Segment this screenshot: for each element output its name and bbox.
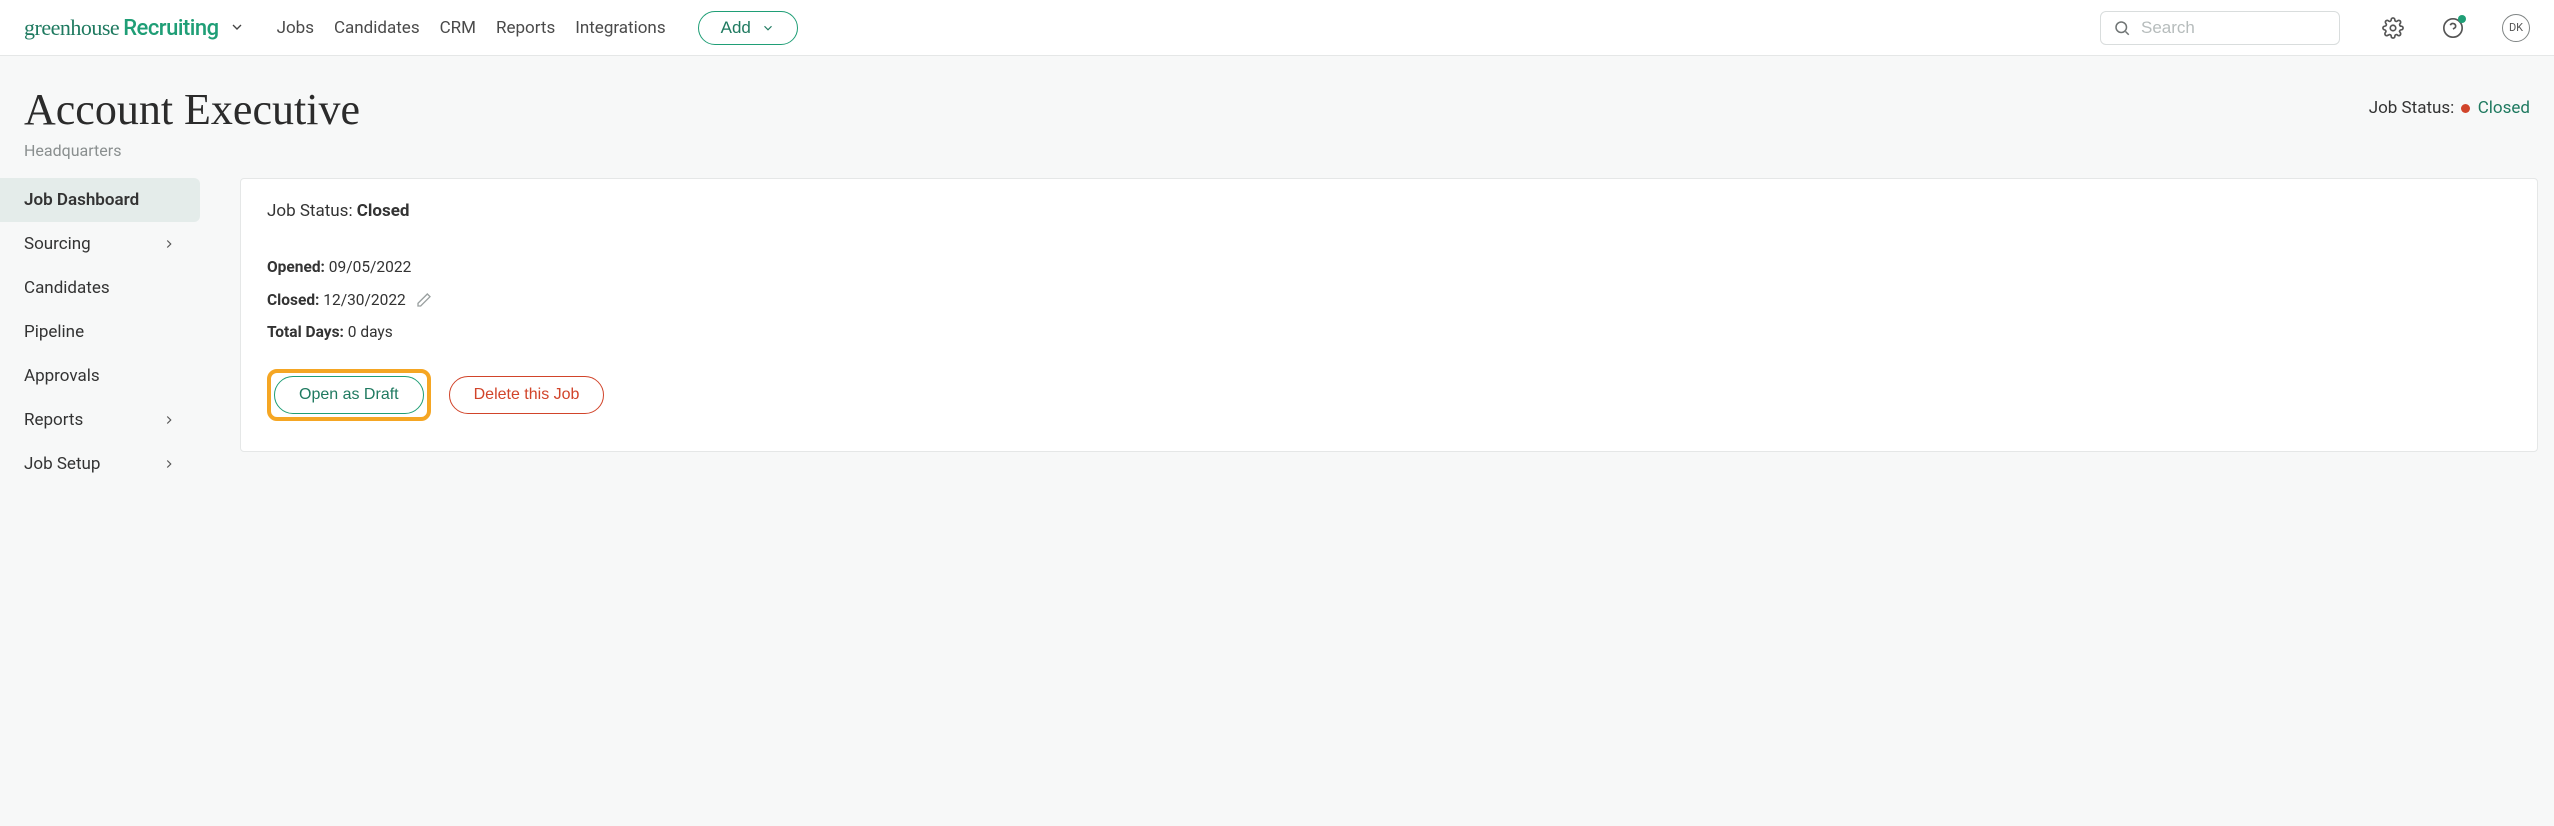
sidebar-item-label: Reports: [24, 410, 83, 430]
page-title: Account Executive: [24, 84, 360, 135]
chevron-down-icon: [761, 21, 775, 35]
sidebar-item-approvals[interactable]: Approvals: [0, 354, 200, 398]
delete-job-label: Delete this Job: [474, 386, 580, 403]
sidebar-item-job-dashboard[interactable]: Job Dashboard: [0, 178, 200, 222]
sidebar-item-label: Job Dashboard: [24, 190, 139, 210]
search-box[interactable]: [2100, 11, 2340, 45]
sidebar-item-label: Candidates: [24, 278, 110, 298]
open-as-draft-highlight: Open as Draft: [267, 369, 431, 421]
settings-button[interactable]: [2382, 17, 2404, 39]
page-header: Account Executive Headquarters Job Statu…: [0, 56, 2554, 178]
chevron-down-icon: [229, 19, 245, 35]
opened-row: Opened: 09/05/2022: [267, 251, 2511, 284]
nav-reports[interactable]: Reports: [496, 18, 555, 38]
app-logo[interactable]: greenhouse Recruiting: [24, 15, 245, 41]
total-days-row: Total Days: 0 days: [267, 316, 2511, 349]
sidebar: Job Dashboard Sourcing Candidates Pipeli…: [0, 178, 200, 486]
job-status-summary: Job Status: Closed: [2369, 84, 2530, 118]
edit-closed-date-button[interactable]: [416, 292, 432, 308]
job-status-card: Job Status: Closed Opened: 09/05/2022 Cl…: [240, 178, 2538, 452]
sidebar-item-label: Job Setup: [24, 454, 100, 474]
add-button[interactable]: Add: [698, 11, 798, 45]
job-status-value: Closed: [2478, 98, 2530, 118]
closed-label: Closed:: [267, 291, 319, 309]
chevron-right-icon: [162, 457, 176, 471]
search-input[interactable]: [2141, 18, 2327, 38]
card-status-value: Closed: [357, 201, 410, 221]
open-as-draft-button[interactable]: Open as Draft: [274, 376, 424, 414]
nav-crm[interactable]: CRM: [440, 18, 476, 38]
closed-value: 12/30/2022: [323, 291, 405, 309]
chevron-right-icon: [162, 413, 176, 427]
sidebar-item-label: Approvals: [24, 366, 100, 386]
avatar-initials: DK: [2509, 21, 2523, 34]
card-status-label: Job Status:: [267, 201, 353, 221]
help-button[interactable]: [2442, 17, 2464, 39]
top-nav: greenhouse Recruiting Jobs Candidates CR…: [0, 0, 2554, 56]
nav-integrations[interactable]: Integrations: [575, 18, 665, 38]
sidebar-item-reports[interactable]: Reports: [0, 398, 200, 442]
sidebar-item-sourcing[interactable]: Sourcing: [0, 222, 200, 266]
closed-row: Closed: 12/30/2022: [267, 284, 2511, 317]
search-icon: [2113, 19, 2131, 37]
delete-job-button[interactable]: Delete this Job: [449, 376, 605, 414]
sidebar-item-label: Pipeline: [24, 322, 84, 342]
notification-dot-icon: [2458, 15, 2466, 23]
pencil-icon: [416, 292, 432, 308]
page-subtitle: Headquarters: [24, 141, 360, 160]
logo-recruiting: Recruiting: [123, 16, 218, 41]
user-avatar[interactable]: DK: [2502, 14, 2530, 42]
total-days-value: 0 days: [348, 323, 393, 341]
nav-jobs[interactable]: Jobs: [277, 18, 314, 38]
primary-nav: Jobs Candidates CRM Reports Integrations: [277, 18, 666, 38]
add-button-label: Add: [721, 18, 751, 38]
sidebar-item-job-setup[interactable]: Job Setup: [0, 442, 200, 486]
sidebar-item-pipeline[interactable]: Pipeline: [0, 310, 200, 354]
opened-value: 09/05/2022: [329, 258, 411, 276]
nav-candidates[interactable]: Candidates: [334, 18, 420, 38]
open-as-draft-label: Open as Draft: [299, 386, 399, 403]
gear-icon: [2382, 17, 2404, 39]
chevron-right-icon: [162, 237, 176, 251]
logo-greenhouse: greenhouse: [24, 15, 119, 41]
total-days-label: Total Days:: [267, 323, 344, 341]
sidebar-item-label: Sourcing: [24, 234, 91, 254]
opened-label: Opened:: [267, 258, 325, 276]
status-dot-icon: [2461, 104, 2470, 113]
job-status-label: Job Status:: [2369, 98, 2455, 118]
sidebar-item-candidates[interactable]: Candidates: [0, 266, 200, 310]
